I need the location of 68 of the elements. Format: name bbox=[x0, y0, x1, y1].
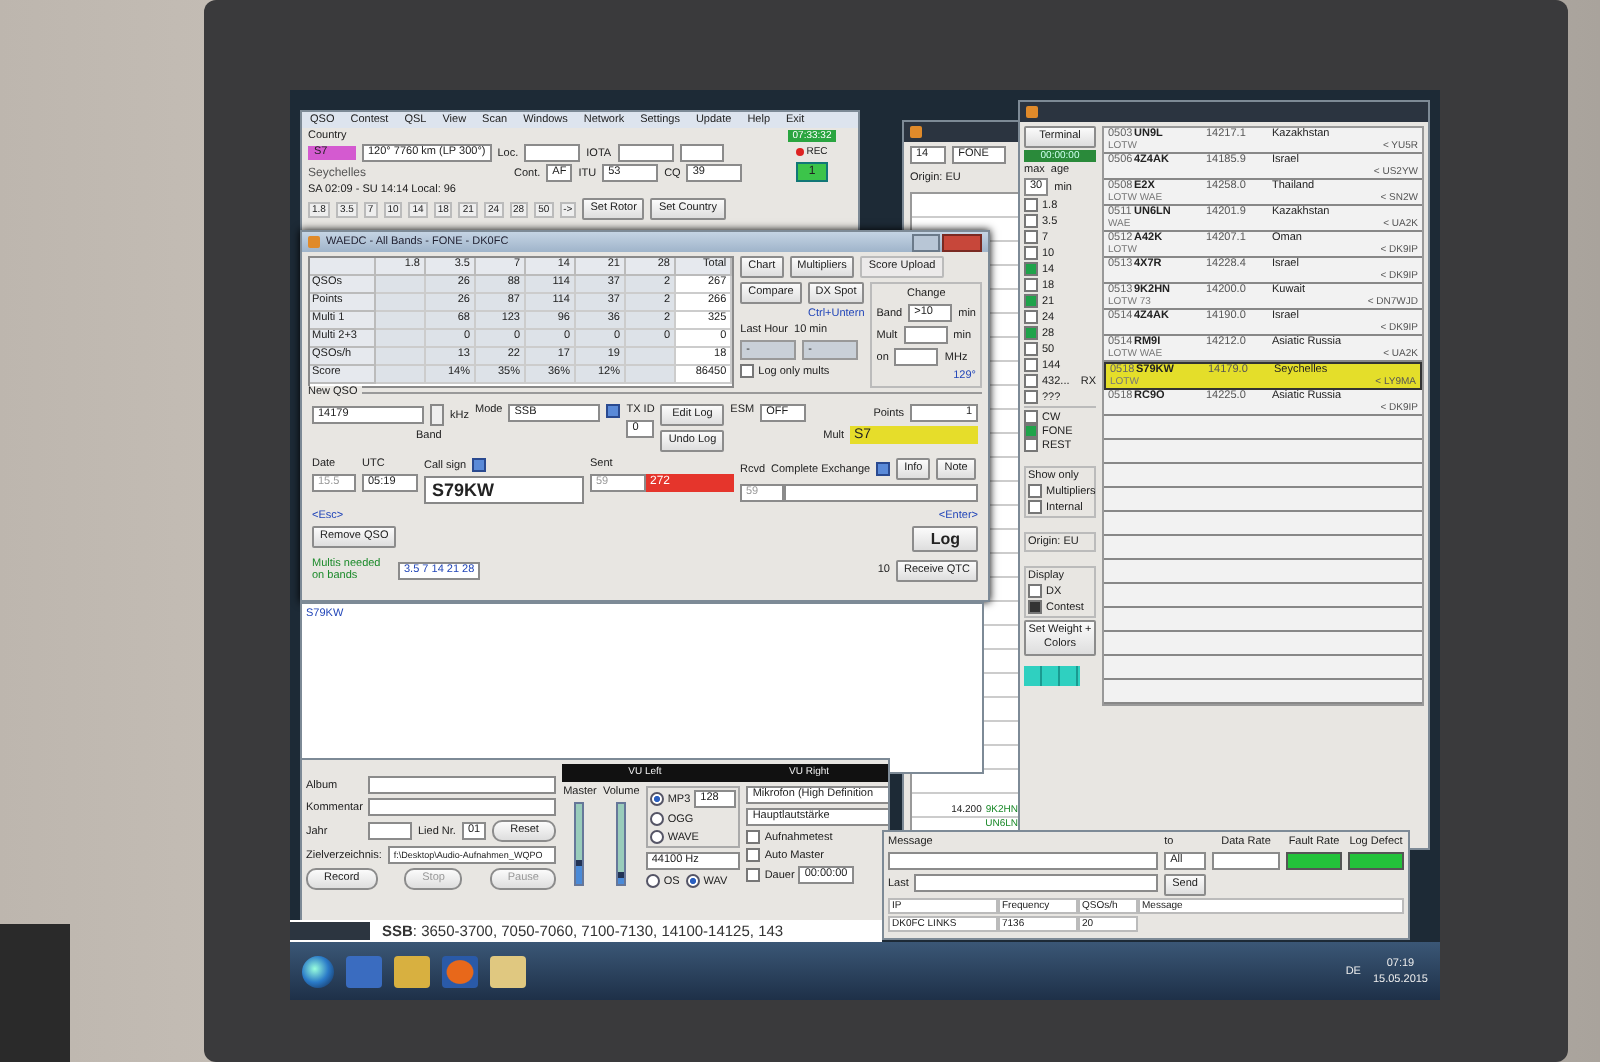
container-radio[interactable] bbox=[685, 874, 700, 888]
help-icon[interactable] bbox=[876, 462, 891, 476]
data-rate-field bbox=[1212, 852, 1280, 870]
info-field[interactable] bbox=[679, 144, 724, 162]
log-button[interactable]: Log bbox=[912, 526, 978, 552]
app-icon bbox=[1026, 106, 1038, 118]
table-cell bbox=[376, 312, 426, 330]
table-cell bbox=[376, 294, 426, 312]
start-button[interactable] bbox=[302, 955, 334, 987]
log-only-mults-checkbox[interactable] bbox=[740, 364, 755, 378]
iota-field[interactable] bbox=[617, 144, 674, 162]
browser-icon[interactable] bbox=[442, 955, 478, 987]
band-checkbox[interactable] bbox=[1024, 342, 1038, 356]
format-radio[interactable] bbox=[649, 812, 664, 826]
mode-checkbox[interactable] bbox=[1024, 410, 1038, 424]
call-sign-field[interactable]: S79KW bbox=[424, 476, 584, 504]
filter-checkbox[interactable] bbox=[1028, 500, 1042, 514]
mode-checkbox[interactable] bbox=[1024, 424, 1038, 438]
band-checkbox[interactable] bbox=[1024, 310, 1038, 324]
format-radio[interactable] bbox=[649, 830, 664, 844]
band-checkbox[interactable] bbox=[1024, 390, 1038, 404]
loc-field[interactable] bbox=[524, 144, 581, 162]
option-checkbox[interactable] bbox=[746, 830, 761, 844]
band-checkbox[interactable] bbox=[1024, 198, 1038, 212]
year-field[interactable] bbox=[368, 822, 412, 840]
comment-field[interactable] bbox=[368, 798, 557, 816]
spin-button[interactable] bbox=[430, 404, 444, 426]
close-button[interactable] bbox=[942, 233, 982, 251]
device-box bbox=[0, 924, 70, 1062]
on-change-field[interactable] bbox=[894, 348, 939, 366]
band-checkbox[interactable] bbox=[1024, 358, 1038, 372]
mult-change-field[interactable] bbox=[903, 326, 948, 344]
exchange-field[interactable] bbox=[784, 484, 978, 502]
display-radio[interactable] bbox=[1028, 584, 1042, 598]
band-checkbox[interactable] bbox=[1024, 246, 1038, 260]
message-field[interactable] bbox=[888, 852, 1159, 870]
table-cell bbox=[376, 348, 426, 366]
fault-rate-indicator bbox=[1286, 852, 1342, 870]
app-icon bbox=[308, 236, 320, 248]
display-radio[interactable] bbox=[1028, 600, 1042, 614]
band-checkbox[interactable] bbox=[1024, 262, 1038, 276]
option-checkbox[interactable] bbox=[746, 848, 761, 862]
app-icon bbox=[910, 126, 922, 138]
band-checkbox[interactable] bbox=[1024, 214, 1038, 228]
mode-checkbox[interactable] bbox=[1024, 438, 1038, 452]
column-header bbox=[310, 258, 376, 276]
table-cell bbox=[626, 348, 676, 366]
color-legend-icon bbox=[1024, 666, 1080, 686]
master-slider[interactable] bbox=[574, 802, 585, 886]
band-checkbox[interactable] bbox=[1024, 230, 1038, 244]
volume-slider[interactable] bbox=[616, 802, 627, 886]
band-checkbox[interactable] bbox=[1024, 278, 1038, 292]
band-checkbox[interactable] bbox=[1024, 326, 1038, 340]
filter-checkbox[interactable] bbox=[1028, 484, 1042, 498]
band-checkbox[interactable] bbox=[1024, 294, 1038, 308]
album-field[interactable] bbox=[368, 776, 557, 794]
table-cell bbox=[376, 276, 426, 294]
help-icon[interactable] bbox=[472, 458, 487, 472]
format-radio[interactable] bbox=[649, 792, 664, 806]
help-icon[interactable] bbox=[606, 404, 621, 418]
table-cell bbox=[626, 366, 676, 384]
container-radio[interactable] bbox=[645, 874, 660, 888]
option-checkbox[interactable] bbox=[746, 868, 761, 882]
log-defect-indicator bbox=[1348, 852, 1404, 870]
table-cell bbox=[376, 366, 426, 384]
table-cell bbox=[376, 330, 426, 348]
band-checkbox[interactable] bbox=[1024, 374, 1038, 388]
minimize-button[interactable] bbox=[912, 233, 940, 251]
